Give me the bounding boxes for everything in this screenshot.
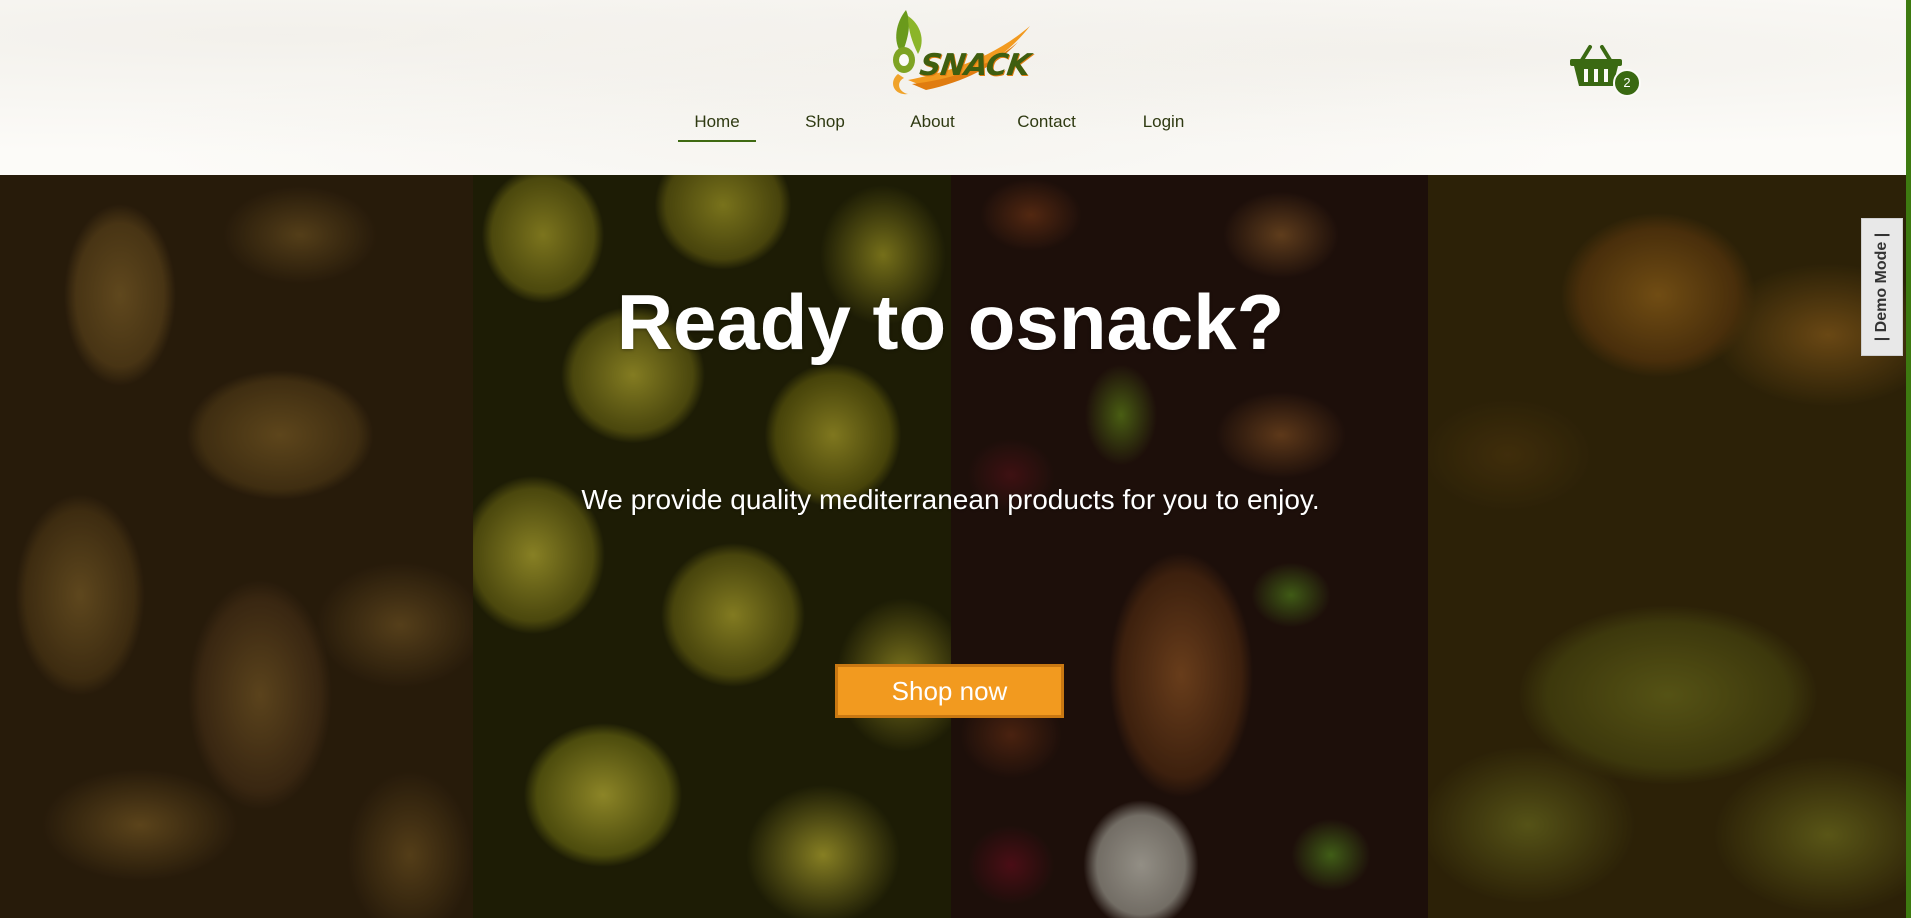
- hero-section: Ready to osnack? We provide quality medi…: [0, 175, 1911, 918]
- site-logo[interactable]: SNACK: [868, 2, 1032, 102]
- cart-button[interactable]: 2: [1568, 44, 1641, 97]
- demo-mode-tab[interactable]: | Demo Mode |: [1861, 218, 1903, 356]
- nav-login[interactable]: Login: [1142, 108, 1185, 142]
- demo-mode-label: | Demo Mode |: [1873, 232, 1890, 342]
- nav-home[interactable]: Home: [678, 108, 756, 142]
- hero-subtitle: We provide quality mediterranean product…: [581, 484, 1320, 515]
- nav-contact[interactable]: Contact: [1016, 108, 1077, 142]
- main-nav: Home Shop About Contact Login: [678, 108, 1185, 142]
- site-header: SNACK Home Shop About Contact Login 2: [0, 0, 1911, 175]
- cart-count-badge: 2: [1613, 69, 1641, 97]
- nav-about[interactable]: About: [909, 108, 956, 142]
- scrollbar[interactable]: [1906, 0, 1911, 918]
- nav-shop[interactable]: Shop: [804, 108, 846, 142]
- hero-title: Ready to osnack?: [616, 278, 1285, 366]
- page: SNACK Home Shop About Contact Login 2 Re…: [0, 0, 1911, 918]
- logo-text: SNACK: [917, 48, 1032, 83]
- shop-now-button[interactable]: Shop now: [835, 664, 1064, 718]
